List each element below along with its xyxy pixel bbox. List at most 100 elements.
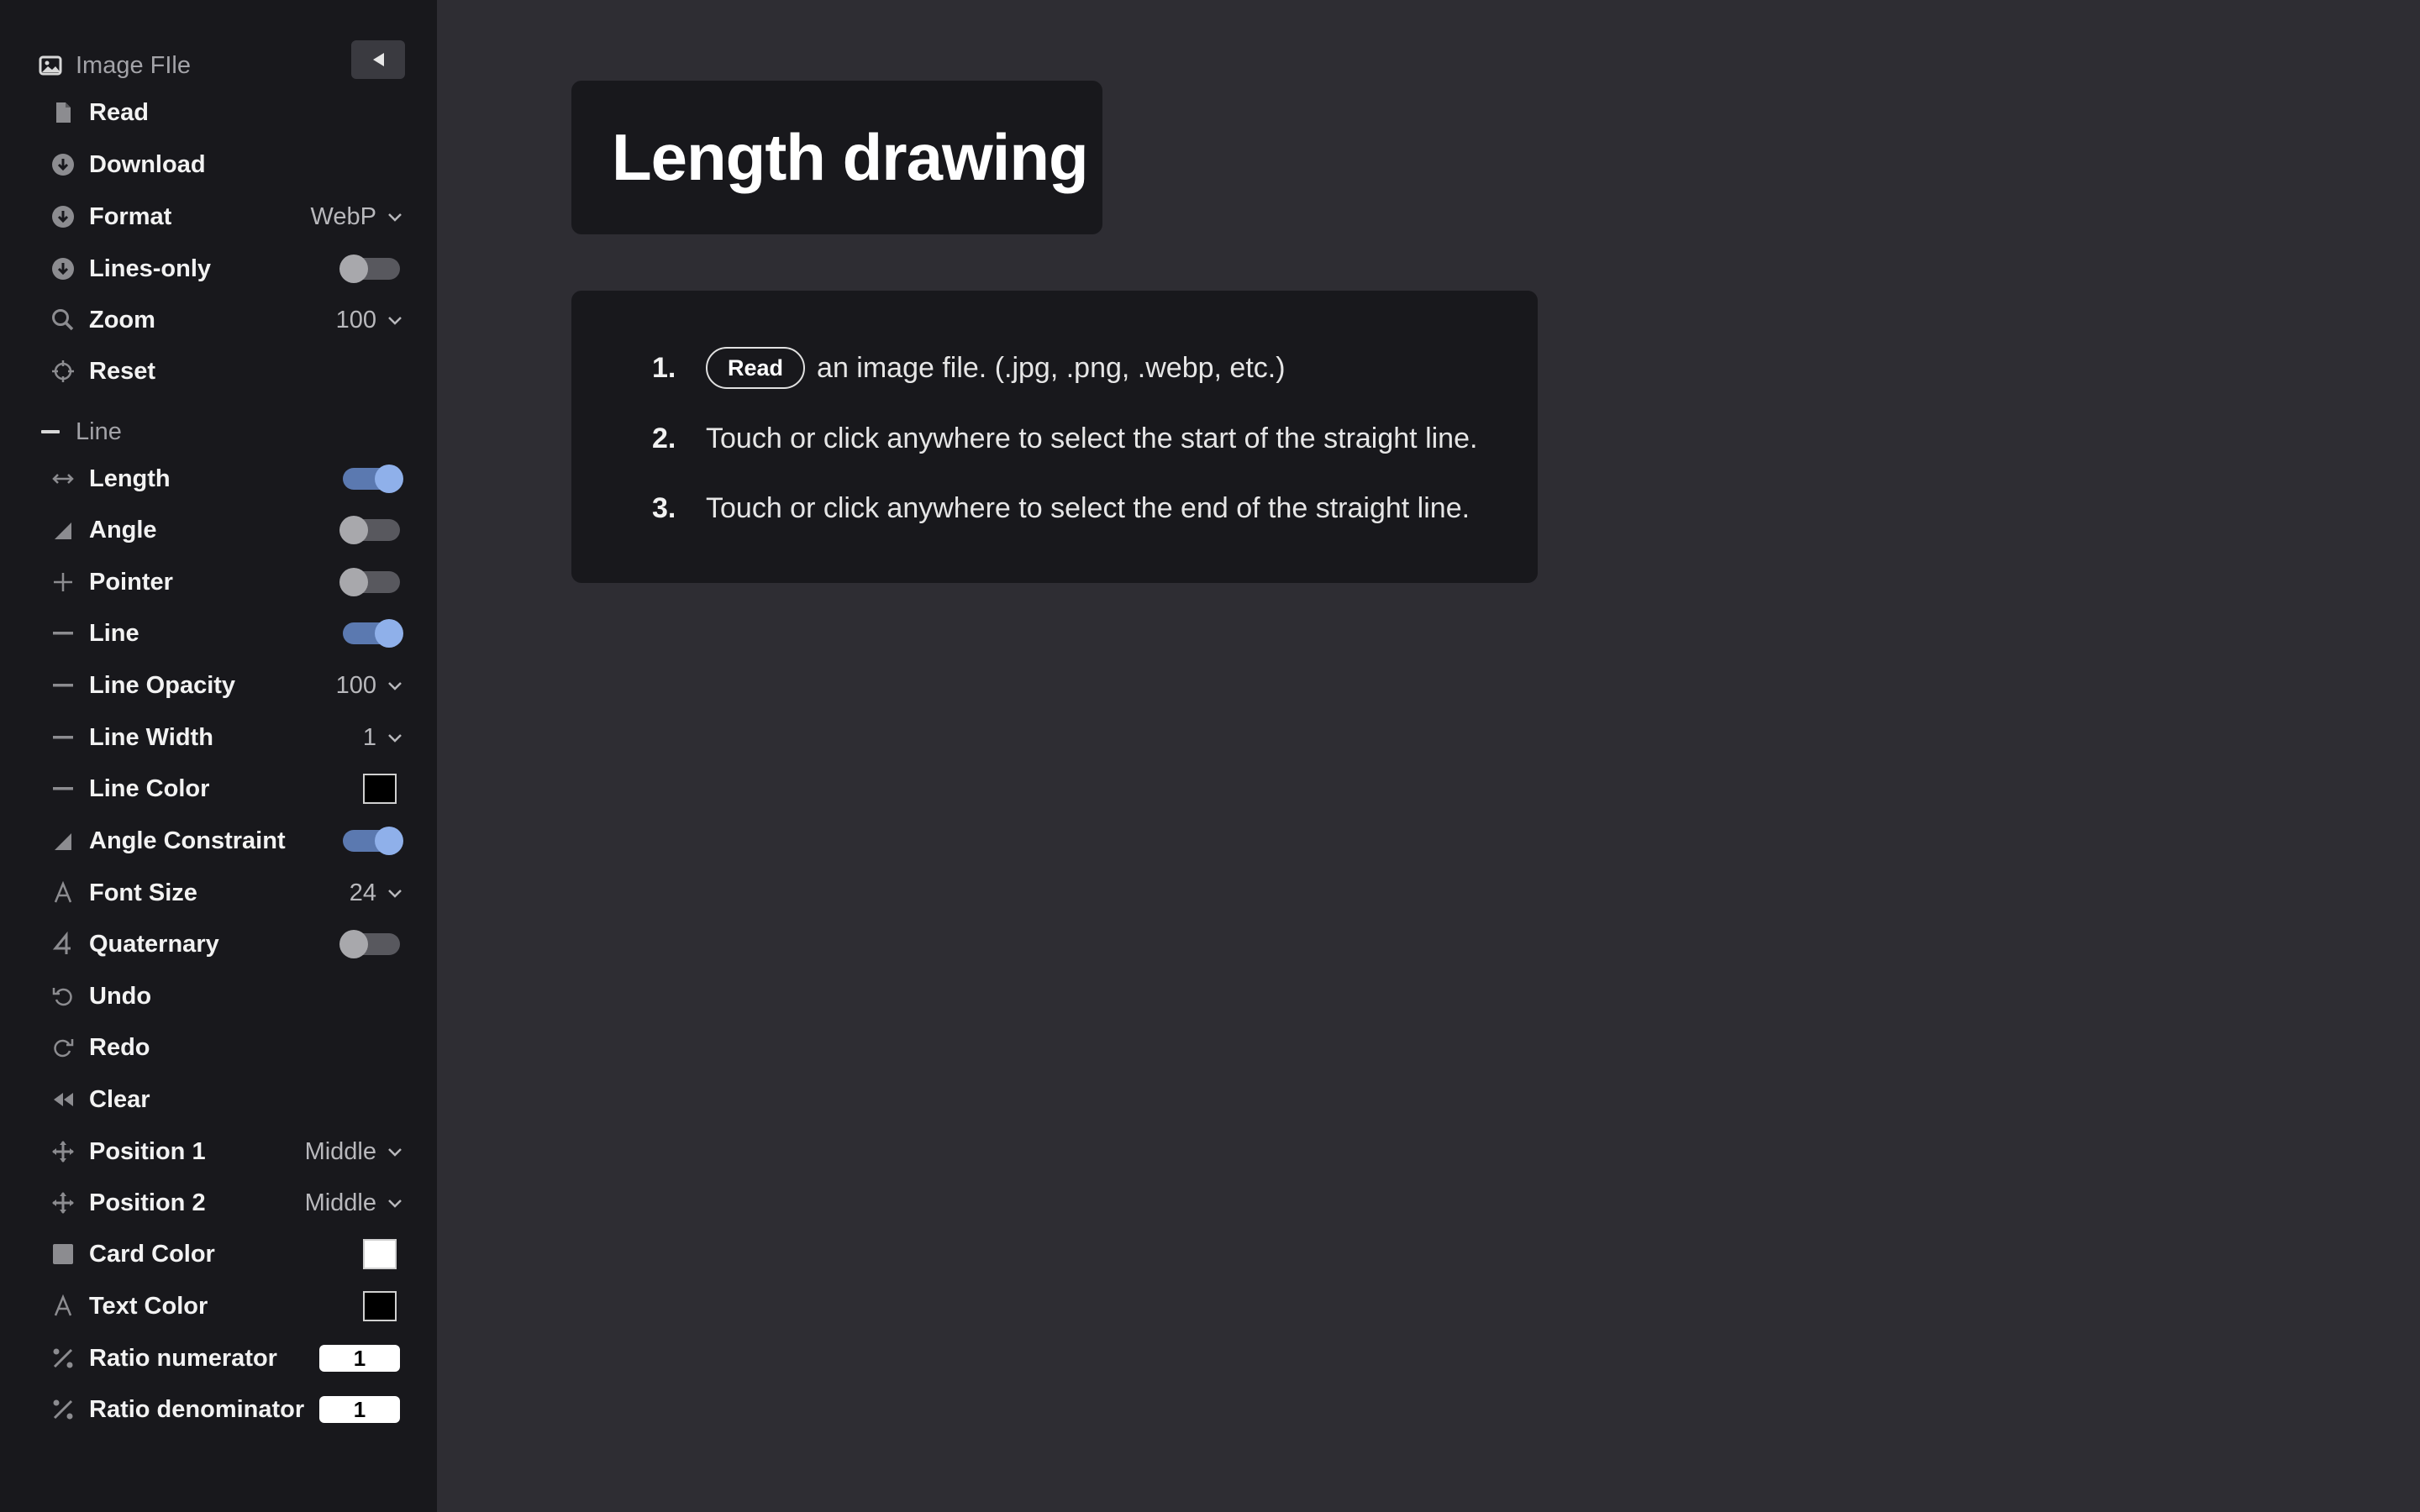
download-icon (47, 201, 79, 233)
minus-icon (47, 617, 79, 649)
line-opacity-label: Line Opacity (89, 671, 236, 699)
pointer-toggle[interactable] (339, 568, 400, 596)
instructions-card: 1. Read an image file. (.jpg, .png, .web… (571, 291, 1538, 583)
search-icon (47, 304, 79, 336)
line-toggle[interactable] (343, 619, 403, 648)
minus-icon (47, 722, 79, 753)
rewind-icon (47, 1084, 79, 1116)
title-card: Length drawing (571, 81, 1102, 234)
download-label: Download (89, 150, 206, 178)
step-number: 3. (652, 491, 676, 524)
font-size-label: Font Size (89, 879, 197, 906)
format-label: Format (89, 202, 172, 230)
plus-icon (47, 566, 79, 598)
angle-label: Angle (89, 516, 157, 543)
zoom-select[interactable]: Zoom 100 (47, 298, 403, 342)
quaternary-toggle-item[interactable]: Quaternary (47, 922, 403, 966)
position-1-label: Position 1 (89, 1137, 206, 1165)
read-item[interactable]: Read (47, 91, 403, 134)
length-toggle-item[interactable]: Length (47, 457, 403, 501)
angle-constraint-toggle[interactable] (343, 827, 403, 855)
minus-icon (47, 669, 79, 701)
image-icon (39, 55, 62, 76)
lines-only-toggle-item[interactable]: Lines-only (47, 247, 403, 291)
clear-label: Clear (89, 1085, 150, 1113)
step-1: 1. Read an image file. (.jpg, .png, .web… (652, 344, 1286, 391)
line-color-item[interactable]: Line Color (47, 767, 403, 811)
format-select[interactable]: Format WebP (47, 195, 403, 239)
angle-constraint-toggle-item[interactable]: Angle Constraint (47, 819, 403, 863)
ratio-numerator-label: Ratio numerator (89, 1344, 277, 1372)
section-line: Line (39, 412, 122, 451)
ratio-denominator-item: Ratio denominator (47, 1388, 403, 1431)
angle-toggle[interactable] (339, 516, 400, 544)
redo-item[interactable]: Redo (47, 1026, 403, 1069)
step-number: 1. (652, 351, 676, 384)
lines-only-label: Lines-only (89, 255, 212, 282)
chevron-down-icon (388, 213, 402, 222)
square-icon (47, 1238, 79, 1270)
minus-icon (41, 430, 60, 433)
undo-label: Undo (89, 982, 152, 1010)
download-item[interactable]: Download (47, 143, 403, 186)
move-icon (47, 1187, 79, 1219)
line-width-label: Line Width (89, 723, 213, 751)
line-color-swatch[interactable] (363, 774, 397, 804)
arrows-horizontal-icon (47, 463, 79, 495)
step-number: 2. (652, 422, 676, 454)
length-toggle[interactable] (343, 465, 403, 493)
position-2-label: Position 2 (89, 1189, 206, 1216)
download-icon (47, 253, 79, 285)
redo-icon (47, 1032, 79, 1063)
ratio-numerator-input[interactable] (319, 1345, 400, 1372)
number-four-icon (47, 928, 79, 960)
position-2-select[interactable]: Position 2 Middle (47, 1181, 403, 1225)
font-size-value: 24 (350, 879, 403, 907)
font-size-select[interactable]: Font Size 24 (47, 871, 403, 915)
minus-icon (47, 773, 79, 805)
percent-icon (47, 1394, 79, 1425)
card-color-swatch[interactable] (363, 1239, 397, 1269)
quaternary-label: Quaternary (89, 930, 219, 958)
clear-item[interactable]: Clear (47, 1078, 403, 1121)
section-line-label: Line (76, 417, 122, 445)
line-opacity-select[interactable]: Line Opacity 100 (47, 664, 403, 707)
move-icon (47, 1136, 79, 1168)
collapse-sidebar-button[interactable] (351, 40, 405, 79)
card-color-item[interactable]: Card Color (47, 1232, 403, 1276)
page-title: Length drawing (612, 120, 1089, 194)
font-icon (47, 1290, 79, 1322)
reset-label: Reset (89, 357, 155, 385)
angle-toggle-item[interactable]: Angle (47, 508, 403, 552)
line-toggle-item[interactable]: Line (47, 612, 403, 655)
quaternary-toggle[interactable] (339, 930, 400, 958)
chevron-down-icon (388, 890, 402, 898)
undo-item[interactable]: Undo (47, 974, 403, 1018)
angle-icon (47, 825, 79, 857)
position-1-select[interactable]: Position 1 Middle (47, 1130, 403, 1173)
file-icon (47, 97, 79, 129)
font-icon (47, 877, 79, 909)
chevron-down-icon (388, 1148, 402, 1157)
zoom-label: Zoom (89, 306, 155, 333)
text-color-swatch[interactable] (363, 1291, 397, 1321)
lines-only-toggle[interactable] (339, 255, 400, 283)
pointer-label: Pointer (89, 568, 173, 596)
crosshair-icon (47, 355, 79, 387)
step-text: an image file. (.jpg, .png, .webp, etc.) (817, 351, 1286, 384)
ratio-denominator-input[interactable] (319, 1396, 400, 1423)
read-button[interactable]: Read (706, 347, 806, 389)
step-text: Touch or click anywhere to select the st… (706, 422, 1478, 454)
undo-icon (47, 980, 79, 1012)
position-1-value: Middle (305, 1138, 403, 1166)
chevron-down-icon (388, 682, 402, 690)
sidebar: Image FIle Read Download Format WebP Lin… (0, 0, 437, 1512)
line-label: Line (89, 619, 139, 647)
line-width-select[interactable]: Line Width 1 (47, 716, 403, 759)
section-image-file-label: Image FIle (76, 51, 191, 79)
redo-label: Redo (89, 1033, 150, 1061)
pointer-toggle-item[interactable]: Pointer (47, 560, 403, 604)
line-color-label: Line Color (89, 774, 210, 802)
text-color-item[interactable]: Text Color (47, 1284, 403, 1328)
reset-item[interactable]: Reset (47, 349, 403, 393)
